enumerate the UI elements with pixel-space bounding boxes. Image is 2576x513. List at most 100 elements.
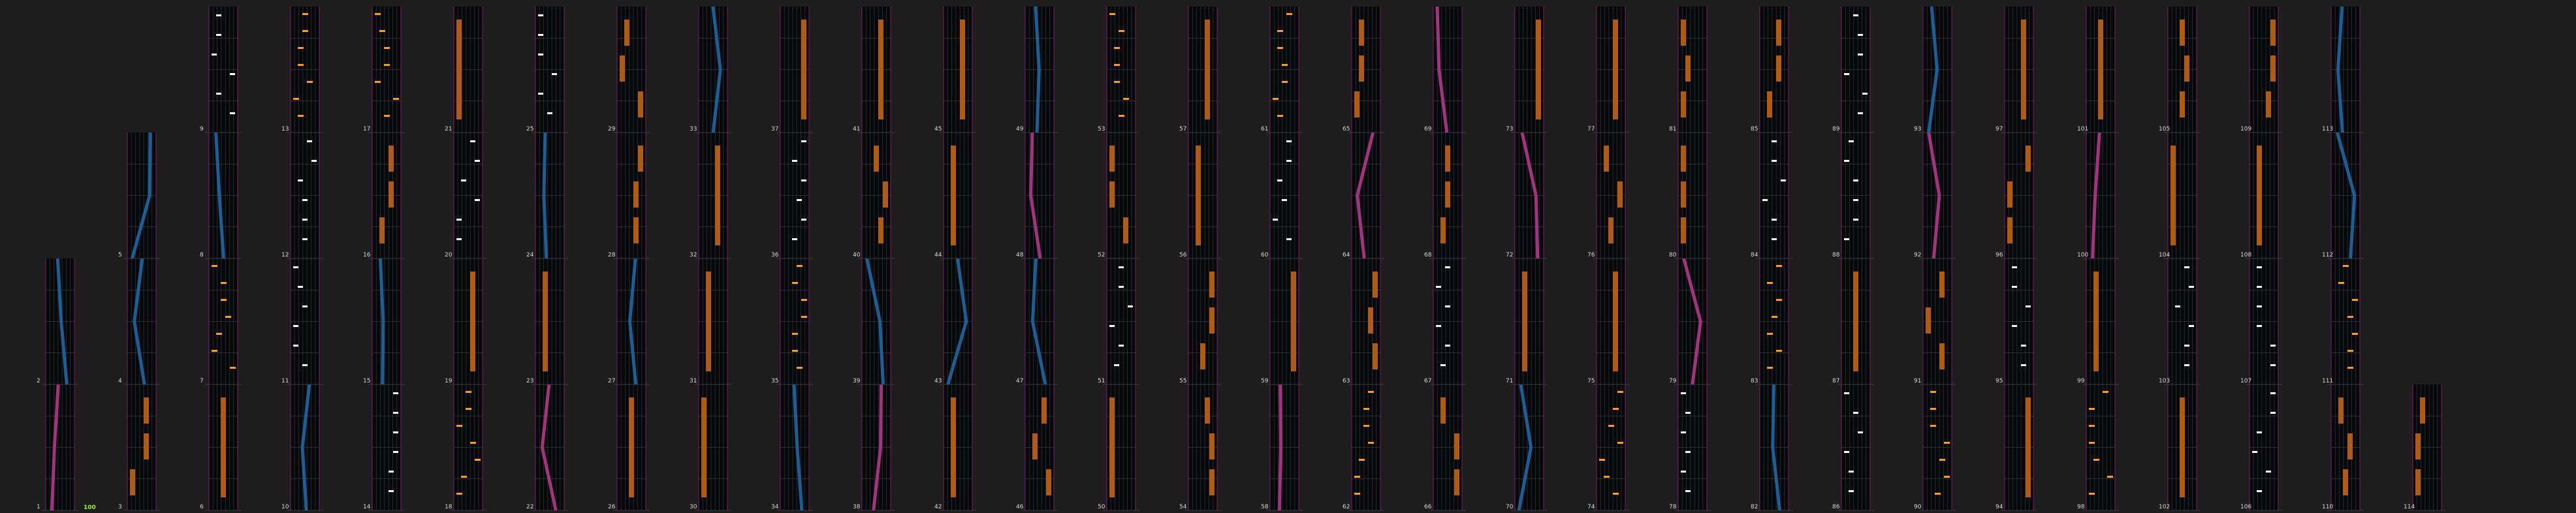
flick-note	[456, 425, 462, 427]
measure-number: 33	[690, 126, 697, 132]
flick-note	[801, 299, 807, 301]
hold-note	[1604, 146, 1609, 172]
measure-number: 20	[445, 252, 453, 258]
measure-number: 42	[934, 504, 942, 510]
measure-number: 50	[1098, 504, 1105, 510]
tap-note	[1853, 14, 1858, 16]
measure-number: 108	[2240, 252, 2251, 258]
hold-note	[2007, 181, 2012, 208]
tap-note	[393, 392, 398, 394]
tap-note	[1119, 345, 1124, 347]
measure-number: 95	[1996, 378, 2003, 384]
measure-number: 74	[1587, 504, 1595, 510]
hold-note	[706, 272, 711, 371]
measure-number: 24	[526, 252, 534, 258]
hold-note	[1359, 55, 1364, 82]
measure-number: 48	[1016, 252, 1024, 258]
tap-note	[302, 364, 308, 366]
measure-number: 84	[1751, 252, 1758, 258]
flick-note	[1363, 425, 1369, 427]
tap-note	[1282, 199, 1287, 201]
measure-number: 49	[1016, 126, 1024, 132]
tap-note	[801, 140, 806, 142]
flick-note	[384, 64, 390, 66]
measure-number: 53	[1098, 126, 1105, 132]
flick-note	[212, 265, 217, 267]
hold-note	[2026, 146, 2031, 172]
tap-note	[216, 34, 221, 36]
measure-number: 25	[526, 126, 533, 132]
measure-number: 5	[118, 252, 122, 258]
measure-number: 27	[608, 378, 615, 384]
tap-note	[1844, 73, 1849, 75]
measure-number: 45	[934, 126, 942, 132]
hold-note	[2026, 397, 2031, 497]
flick-note	[307, 81, 313, 83]
measure-number: 82	[1751, 504, 1758, 510]
hold-note	[715, 146, 720, 245]
tap-note	[302, 219, 308, 221]
hold-note	[389, 181, 394, 208]
tap-note	[1286, 238, 1292, 240]
flick-note	[221, 282, 227, 284]
measure-number: 46	[1016, 504, 1024, 510]
measure-number: 9	[200, 126, 204, 132]
tap-note	[2257, 431, 2262, 433]
hold-note	[624, 20, 629, 46]
flick-note	[1114, 81, 1120, 83]
measure-number: 19	[445, 378, 453, 384]
hold-note	[1354, 91, 1360, 117]
flick-note	[2347, 350, 2353, 352]
flick-note	[1354, 476, 1360, 478]
measure-number: 67	[1424, 378, 1431, 384]
hold-note	[638, 91, 643, 117]
measure-number: 86	[1832, 504, 1840, 510]
flick-note	[1368, 442, 1374, 444]
flick-note	[393, 98, 399, 100]
flick-note	[212, 350, 217, 352]
tap-note	[298, 286, 303, 288]
measure-number: 73	[1506, 126, 1513, 132]
tap-note	[2257, 325, 2262, 327]
tap-note	[2270, 345, 2276, 347]
measure-number: 61	[1261, 126, 1268, 132]
flick-note	[379, 30, 385, 32]
tap-note	[302, 199, 308, 201]
hold-note	[1440, 217, 1446, 243]
flick-note	[375, 13, 381, 15]
hold-note	[456, 20, 462, 119]
hold-note	[1926, 307, 1931, 334]
hold-note	[2021, 20, 2026, 119]
flick-note	[1930, 425, 1936, 427]
measure-number: 8	[200, 252, 204, 258]
measure-number: 71	[1506, 378, 1513, 384]
flick-note	[1617, 391, 1623, 393]
flick-note	[1119, 115, 1124, 117]
hold-note	[1767, 91, 1772, 117]
measure-number: 18	[445, 504, 453, 510]
tap-note	[293, 345, 298, 347]
measure-number: 83	[1751, 378, 1758, 384]
measure-number: 17	[363, 126, 370, 132]
tap-note	[1762, 199, 1768, 201]
tap-note	[2257, 305, 2262, 307]
tap-note	[2012, 286, 2017, 288]
measure-number: 105	[2159, 126, 2170, 132]
hold-note	[1776, 20, 1781, 46]
tap-note	[298, 179, 303, 181]
measure-number: 59	[1261, 378, 1269, 384]
tap-note	[1844, 238, 1849, 240]
tap-note	[2252, 451, 2257, 453]
measure-number: 93	[1914, 126, 1921, 132]
tap-note	[1772, 238, 1777, 240]
measure-number: 63	[1343, 378, 1350, 384]
hold-note	[2180, 91, 2185, 117]
tap-note	[475, 160, 480, 162]
flick-note	[221, 299, 227, 301]
hold-note	[2093, 272, 2099, 371]
tap-note	[1277, 179, 1282, 181]
tap-note	[538, 34, 543, 36]
hold-note	[1613, 272, 1618, 371]
measure-number: 52	[1098, 252, 1105, 258]
measure-number: 28	[608, 252, 616, 258]
